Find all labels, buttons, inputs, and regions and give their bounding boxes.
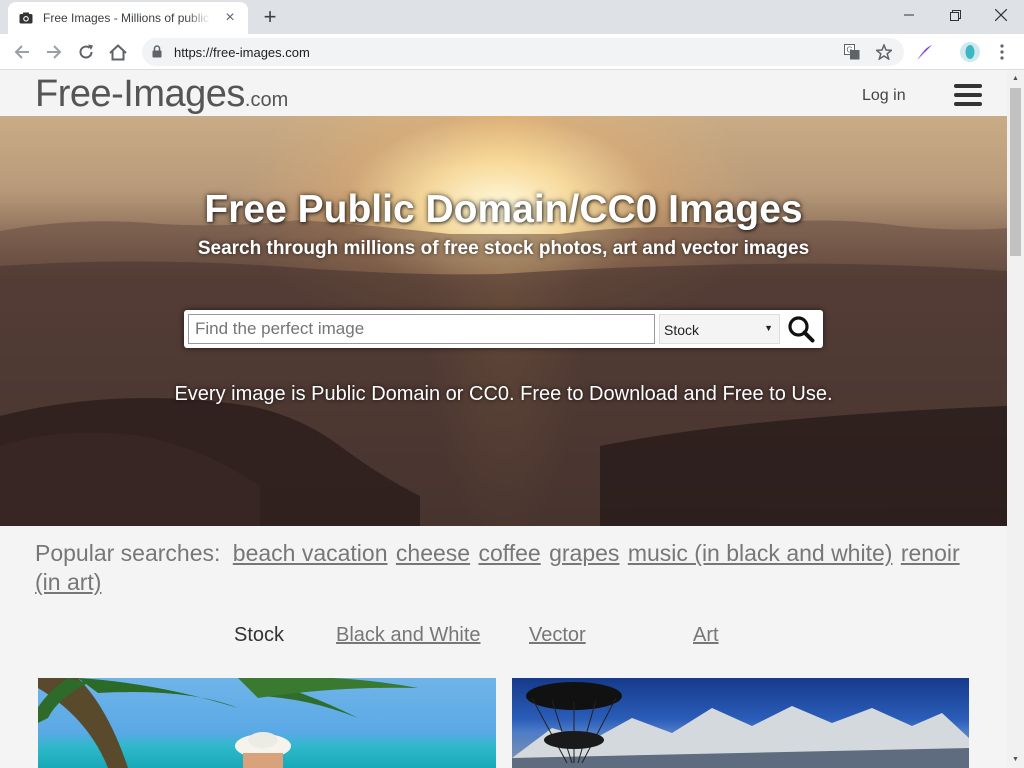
popular-search-link[interactable]: beach vacation bbox=[233, 540, 388, 566]
search-icon bbox=[788, 316, 815, 343]
popular-search-link[interactable]: music (in black and white) bbox=[628, 540, 893, 566]
reload-button[interactable] bbox=[73, 39, 99, 65]
hero-title: Free Public Domain/CC0 Images bbox=[204, 188, 803, 231]
hero-banner: Free Public Domain/CC0 Images Search thr… bbox=[0, 116, 1007, 526]
more-menu-icon[interactable] bbox=[990, 40, 1014, 64]
hero-subtitle: Search through millions of free stock ph… bbox=[197, 238, 810, 259]
scroll-down-arrow-icon[interactable]: ▼ bbox=[1007, 752, 1024, 768]
popular-searches: Popular searches: beach vacation cheese … bbox=[35, 539, 990, 597]
image-type-selected: Stock bbox=[664, 322, 700, 338]
site-logo[interactable]: Free-Images.com bbox=[35, 73, 288, 116]
popular-search-link[interactable]: coffee bbox=[478, 540, 540, 566]
search-button[interactable] bbox=[784, 313, 818, 345]
back-button[interactable] bbox=[9, 39, 35, 65]
bookmark-star-icon[interactable] bbox=[875, 43, 893, 61]
home-button[interactable] bbox=[105, 39, 131, 65]
image-thumbnail[interactable] bbox=[512, 678, 969, 768]
close-tab-icon[interactable]: × bbox=[222, 10, 238, 26]
close-window-button[interactable] bbox=[978, 0, 1024, 30]
tab-strip: Free Images - Millions of public domain … bbox=[0, 0, 1024, 34]
image-thumbnail[interactable] bbox=[38, 678, 496, 768]
dropdown-arrow-icon: ▼ bbox=[764, 323, 773, 333]
popular-searches-label: Popular searches: bbox=[35, 540, 221, 566]
search-form: Stock ▼ bbox=[184, 310, 823, 348]
lock-icon bbox=[152, 45, 162, 63]
popular-search-link[interactable]: grapes bbox=[549, 540, 619, 566]
browser-tab[interactable]: Free Images - Millions of public domain … bbox=[8, 2, 248, 34]
site-header: Free-Images.com Log in bbox=[0, 71, 1007, 116]
camera-icon bbox=[18, 10, 34, 26]
image-type-select[interactable]: Stock ▼ bbox=[659, 314, 780, 344]
translate-icon[interactable]: G bbox=[843, 43, 861, 61]
address-bar[interactable]: https://free-images.com G bbox=[142, 38, 904, 66]
hamburger-menu-icon[interactable] bbox=[954, 84, 982, 108]
tab-title: Free Images - Millions of public domain … bbox=[43, 11, 211, 25]
popular-search-link[interactable]: cheese bbox=[396, 540, 470, 566]
page-scrollbar[interactable]: ▲ ▼ bbox=[1007, 71, 1024, 768]
forward-button[interactable] bbox=[41, 39, 67, 65]
login-link[interactable]: Log in bbox=[862, 87, 906, 105]
minimize-button[interactable] bbox=[886, 0, 932, 30]
tab-vector[interactable]: Vector bbox=[529, 624, 586, 647]
logo-main-text: Free-Images bbox=[35, 73, 245, 115]
restore-button[interactable] bbox=[932, 0, 978, 30]
tab-black-and-white[interactable]: Black and White bbox=[336, 624, 481, 647]
new-tab-button[interactable]: + bbox=[258, 6, 282, 30]
logo-suffix-text: .com bbox=[244, 89, 289, 111]
extension-feather-icon[interactable] bbox=[913, 40, 937, 64]
scrollbar-thumb[interactable] bbox=[1010, 88, 1021, 256]
tab-stock[interactable]: Stock bbox=[234, 624, 284, 647]
hero-tagline: Every image is Public Domain or CC0. Fre… bbox=[174, 383, 833, 405]
scroll-up-arrow-icon[interactable]: ▲ bbox=[1007, 71, 1024, 87]
url-text: https://free-images.com bbox=[174, 45, 310, 60]
search-input[interactable] bbox=[188, 314, 655, 344]
browser-toolbar: https://free-images.com G bbox=[0, 34, 1024, 70]
page-viewport: Free-Images.com Log in Free Public Domai… bbox=[0, 71, 1007, 768]
profile-avatar[interactable] bbox=[958, 40, 982, 64]
tab-art[interactable]: Art bbox=[693, 624, 719, 647]
